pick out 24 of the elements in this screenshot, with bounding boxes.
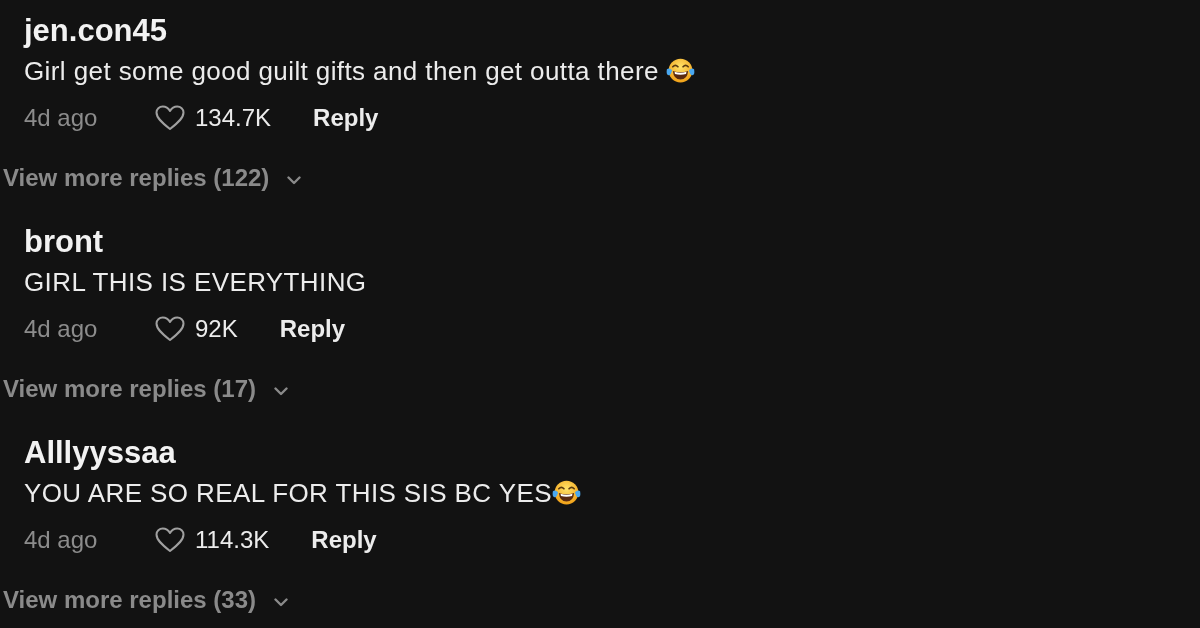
chevron-down-icon: [287, 175, 302, 185]
chevron-down-icon: [274, 597, 288, 607]
reply-button[interactable]: Reply: [313, 101, 379, 135]
reply-button[interactable]: Reply: [279, 312, 346, 346]
like-count: 134.7K: [195, 103, 272, 133]
username[interactable]: Alllyyssaa: [24, 435, 176, 470]
reply-button[interactable]: Reply: [311, 523, 377, 557]
heart-icon[interactable]: [155, 316, 185, 342]
heart-icon[interactable]: [155, 527, 185, 553]
view-replies-button[interactable]: View more replies (17): [3, 372, 288, 406]
view-replies-button[interactable]: View more replies (33): [3, 583, 288, 617]
timestamp: 4d ago: [24, 525, 99, 555]
heart-icon[interactable]: [155, 105, 185, 131]
comment-text: GIRL THIS IS EVERYTHING: [24, 266, 367, 299]
username[interactable]: bront: [24, 224, 104, 259]
username[interactable]: jen.con45: [24, 13, 167, 48]
chevron-down-icon: [274, 386, 288, 396]
view-replies-button[interactable]: View more replies (122): [3, 161, 302, 195]
comment-text: YOU ARE SO REAL FOR THIS SIS BC YES: [24, 477, 552, 510]
timestamp: 4d ago: [24, 314, 99, 344]
like-count: 114.3K: [195, 525, 270, 555]
comment-text: Girl get some good guilt gifts and then get outta there: [24, 55, 660, 88]
like-count: 92K: [195, 314, 238, 344]
timestamp: 4d ago: [24, 103, 99, 133]
